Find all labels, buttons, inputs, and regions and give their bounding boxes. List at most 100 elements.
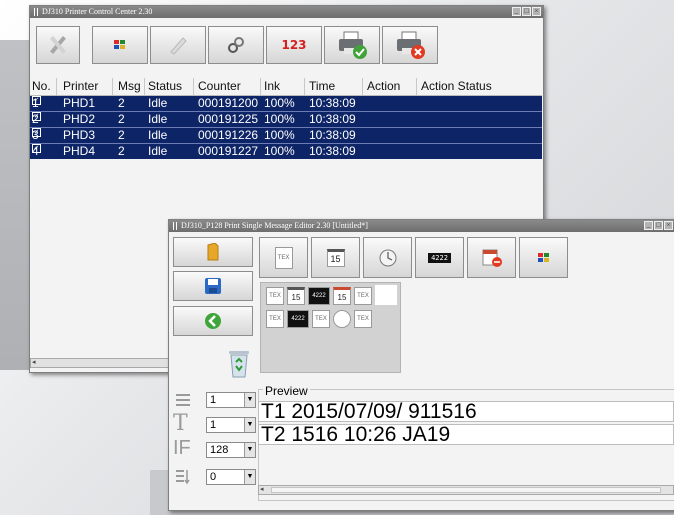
column-header[interactable]: Action [367, 79, 400, 93]
line-select[interactable]: 1 ▼ [206, 392, 256, 408]
maximize-button[interactable]: □ [654, 221, 663, 230]
cell-counter: 000191200 [198, 96, 259, 110]
chevron-down-icon[interactable]: ▼ [244, 470, 255, 484]
cell-status: Idle [148, 144, 168, 158]
add-date-button[interactable]: 15 [311, 237, 360, 278]
maximize-button[interactable]: □ [522, 7, 531, 16]
print-stop-button[interactable] [382, 26, 438, 64]
add-text-button[interactable]: TEX [259, 237, 308, 278]
column-header[interactable]: Action Status [421, 79, 492, 93]
column-header[interactable]: Msg [118, 79, 141, 93]
close-button[interactable]: × [532, 7, 541, 16]
window-title: DJ310 Printer Control Center 2.30 [42, 7, 153, 16]
column-divider[interactable] [112, 78, 113, 95]
column-divider[interactable] [260, 78, 261, 95]
edit-message-button[interactable] [150, 26, 206, 64]
palette-expiry-label: 15 [337, 292, 347, 302]
horizontal-scrollbar[interactable]: ◂ [30, 358, 180, 368]
grid-view-button[interactable] [92, 26, 148, 64]
cell-time: 10:38:09 [309, 128, 356, 142]
cell-status: Idle [148, 112, 168, 126]
cell-time: 10:38:09 [309, 112, 356, 126]
palette-text-label: TEX [269, 316, 281, 322]
cell-status: Idle [148, 96, 168, 110]
height-select-value: 128 [210, 444, 229, 456]
save-file-button[interactable] [173, 271, 253, 301]
back-button[interactable] [173, 306, 253, 336]
column-divider[interactable] [56, 78, 57, 95]
add-counter-button[interactable]: 4222 [415, 237, 464, 278]
column-divider[interactable] [144, 78, 145, 95]
counter-display-icon: 4222 [428, 252, 451, 263]
cell-msg: 2 [118, 128, 125, 142]
chevron-down-icon[interactable]: ▼ [244, 393, 255, 407]
cell-time: 10:38:09 [309, 144, 356, 158]
table-row[interactable]: ✓ 1 PHD1 2 Idle 000191200 100% 10:38:09 [30, 96, 542, 112]
palette-counter-label: 4222 [312, 293, 326, 299]
palette-counter-item[interactable]: 4222 [308, 287, 330, 305]
text-doc-icon: TEX [274, 246, 293, 269]
palette-date-item[interactable]: 15 [287, 287, 305, 305]
table-row[interactable]: ✓ 4 PHD4 2 Idle 000191227 100% 10:38:09 [30, 144, 542, 159]
calendar-date-text: 15 [330, 253, 341, 264]
column-divider[interactable] [304, 78, 305, 95]
column-header[interactable]: Status [148, 79, 182, 93]
palette-text-label: TEX [315, 316, 327, 322]
table-row[interactable]: ✓ 3 PHD3 2 Idle 000191226 100% 10:38:09 [30, 128, 542, 144]
settings-button[interactable] [36, 26, 80, 64]
recycle-bin[interactable] [227, 348, 251, 378]
palette-counter-item[interactable]: 4222 [287, 310, 309, 328]
minimize-button[interactable]: _ [512, 7, 521, 16]
column-divider[interactable] [362, 78, 363, 95]
cell-msg: 2 [118, 96, 125, 110]
counter-button[interactable]: 123 [266, 26, 322, 64]
column-header[interactable]: No. [32, 79, 51, 93]
palette-text-item[interactable]: TEX [266, 287, 284, 305]
title-bar: DJ310 Printer Control Center 2.30 _ □ × [30, 6, 543, 18]
row-number: 3 [32, 128, 39, 142]
preview-line-1: T1 2015/07/09/ 911516 [258, 401, 674, 422]
height-select[interactable]: 128 ▼ [206, 442, 256, 458]
column-header[interactable]: Printer [63, 79, 98, 93]
palette-clock-item[interactable] [333, 310, 351, 328]
add-expiry-date-button[interactable] [467, 237, 516, 278]
palette-text-item[interactable]: TEX [312, 310, 330, 328]
column-header[interactable]: Ink [264, 79, 280, 93]
bold-select[interactable]: 0 ▼ [206, 469, 256, 485]
chevron-down-icon[interactable]: ▼ [244, 443, 255, 457]
table-row[interactable]: ✓ 2 PHD2 2 Idle 000191225 100% 10:38:09 [30, 112, 542, 128]
counter-display-text: 4222 [431, 253, 448, 262]
font-select[interactable]: 1 ▼ [206, 417, 256, 433]
app-icon [32, 8, 40, 16]
add-barcode-button[interactable] [519, 237, 568, 278]
scroll-left-arrow[interactable]: ◂ [260, 486, 264, 494]
palette-expiry-item[interactable]: 15 [333, 287, 351, 305]
column-header[interactable]: Time [309, 79, 335, 93]
row-number: 2 [32, 112, 39, 126]
scroll-left-arrow[interactable]: ◂ [32, 359, 36, 367]
column-divider[interactable] [416, 78, 417, 95]
close-button[interactable]: × [664, 221, 673, 230]
palette-text-label: TEX [357, 293, 369, 299]
minimize-button[interactable]: _ [644, 221, 653, 230]
chevron-down-icon[interactable]: ▼ [244, 418, 255, 432]
printer-table: No. Printer Msg Status Counter Ink Time … [30, 78, 542, 159]
palette-text-item[interactable]: TEX [354, 287, 372, 305]
print-start-button[interactable] [324, 26, 380, 64]
add-time-button[interactable] [363, 237, 412, 278]
open-file-button[interactable] [173, 237, 253, 267]
preview-scrollbar[interactable]: ◂ [258, 485, 674, 495]
connect-button[interactable] [208, 26, 264, 64]
message-editor-window: DJ310_P128 Print Single Message Editor 2… [168, 219, 674, 511]
cell-printer: PHD3 [63, 128, 96, 142]
palette-text-item[interactable]: TEX [266, 310, 284, 328]
grid-icon [114, 40, 125, 49]
scrollbar-thumb[interactable] [271, 487, 661, 493]
calendar-remove-icon [482, 249, 502, 267]
column-divider[interactable] [193, 78, 194, 95]
palette-text-label: TEX [357, 316, 369, 322]
tools-icon [50, 36, 66, 54]
column-header[interactable]: Counter [198, 79, 241, 93]
palette-text-item[interactable]: TEX [354, 310, 372, 328]
palette-text-label: TEX [269, 293, 281, 299]
